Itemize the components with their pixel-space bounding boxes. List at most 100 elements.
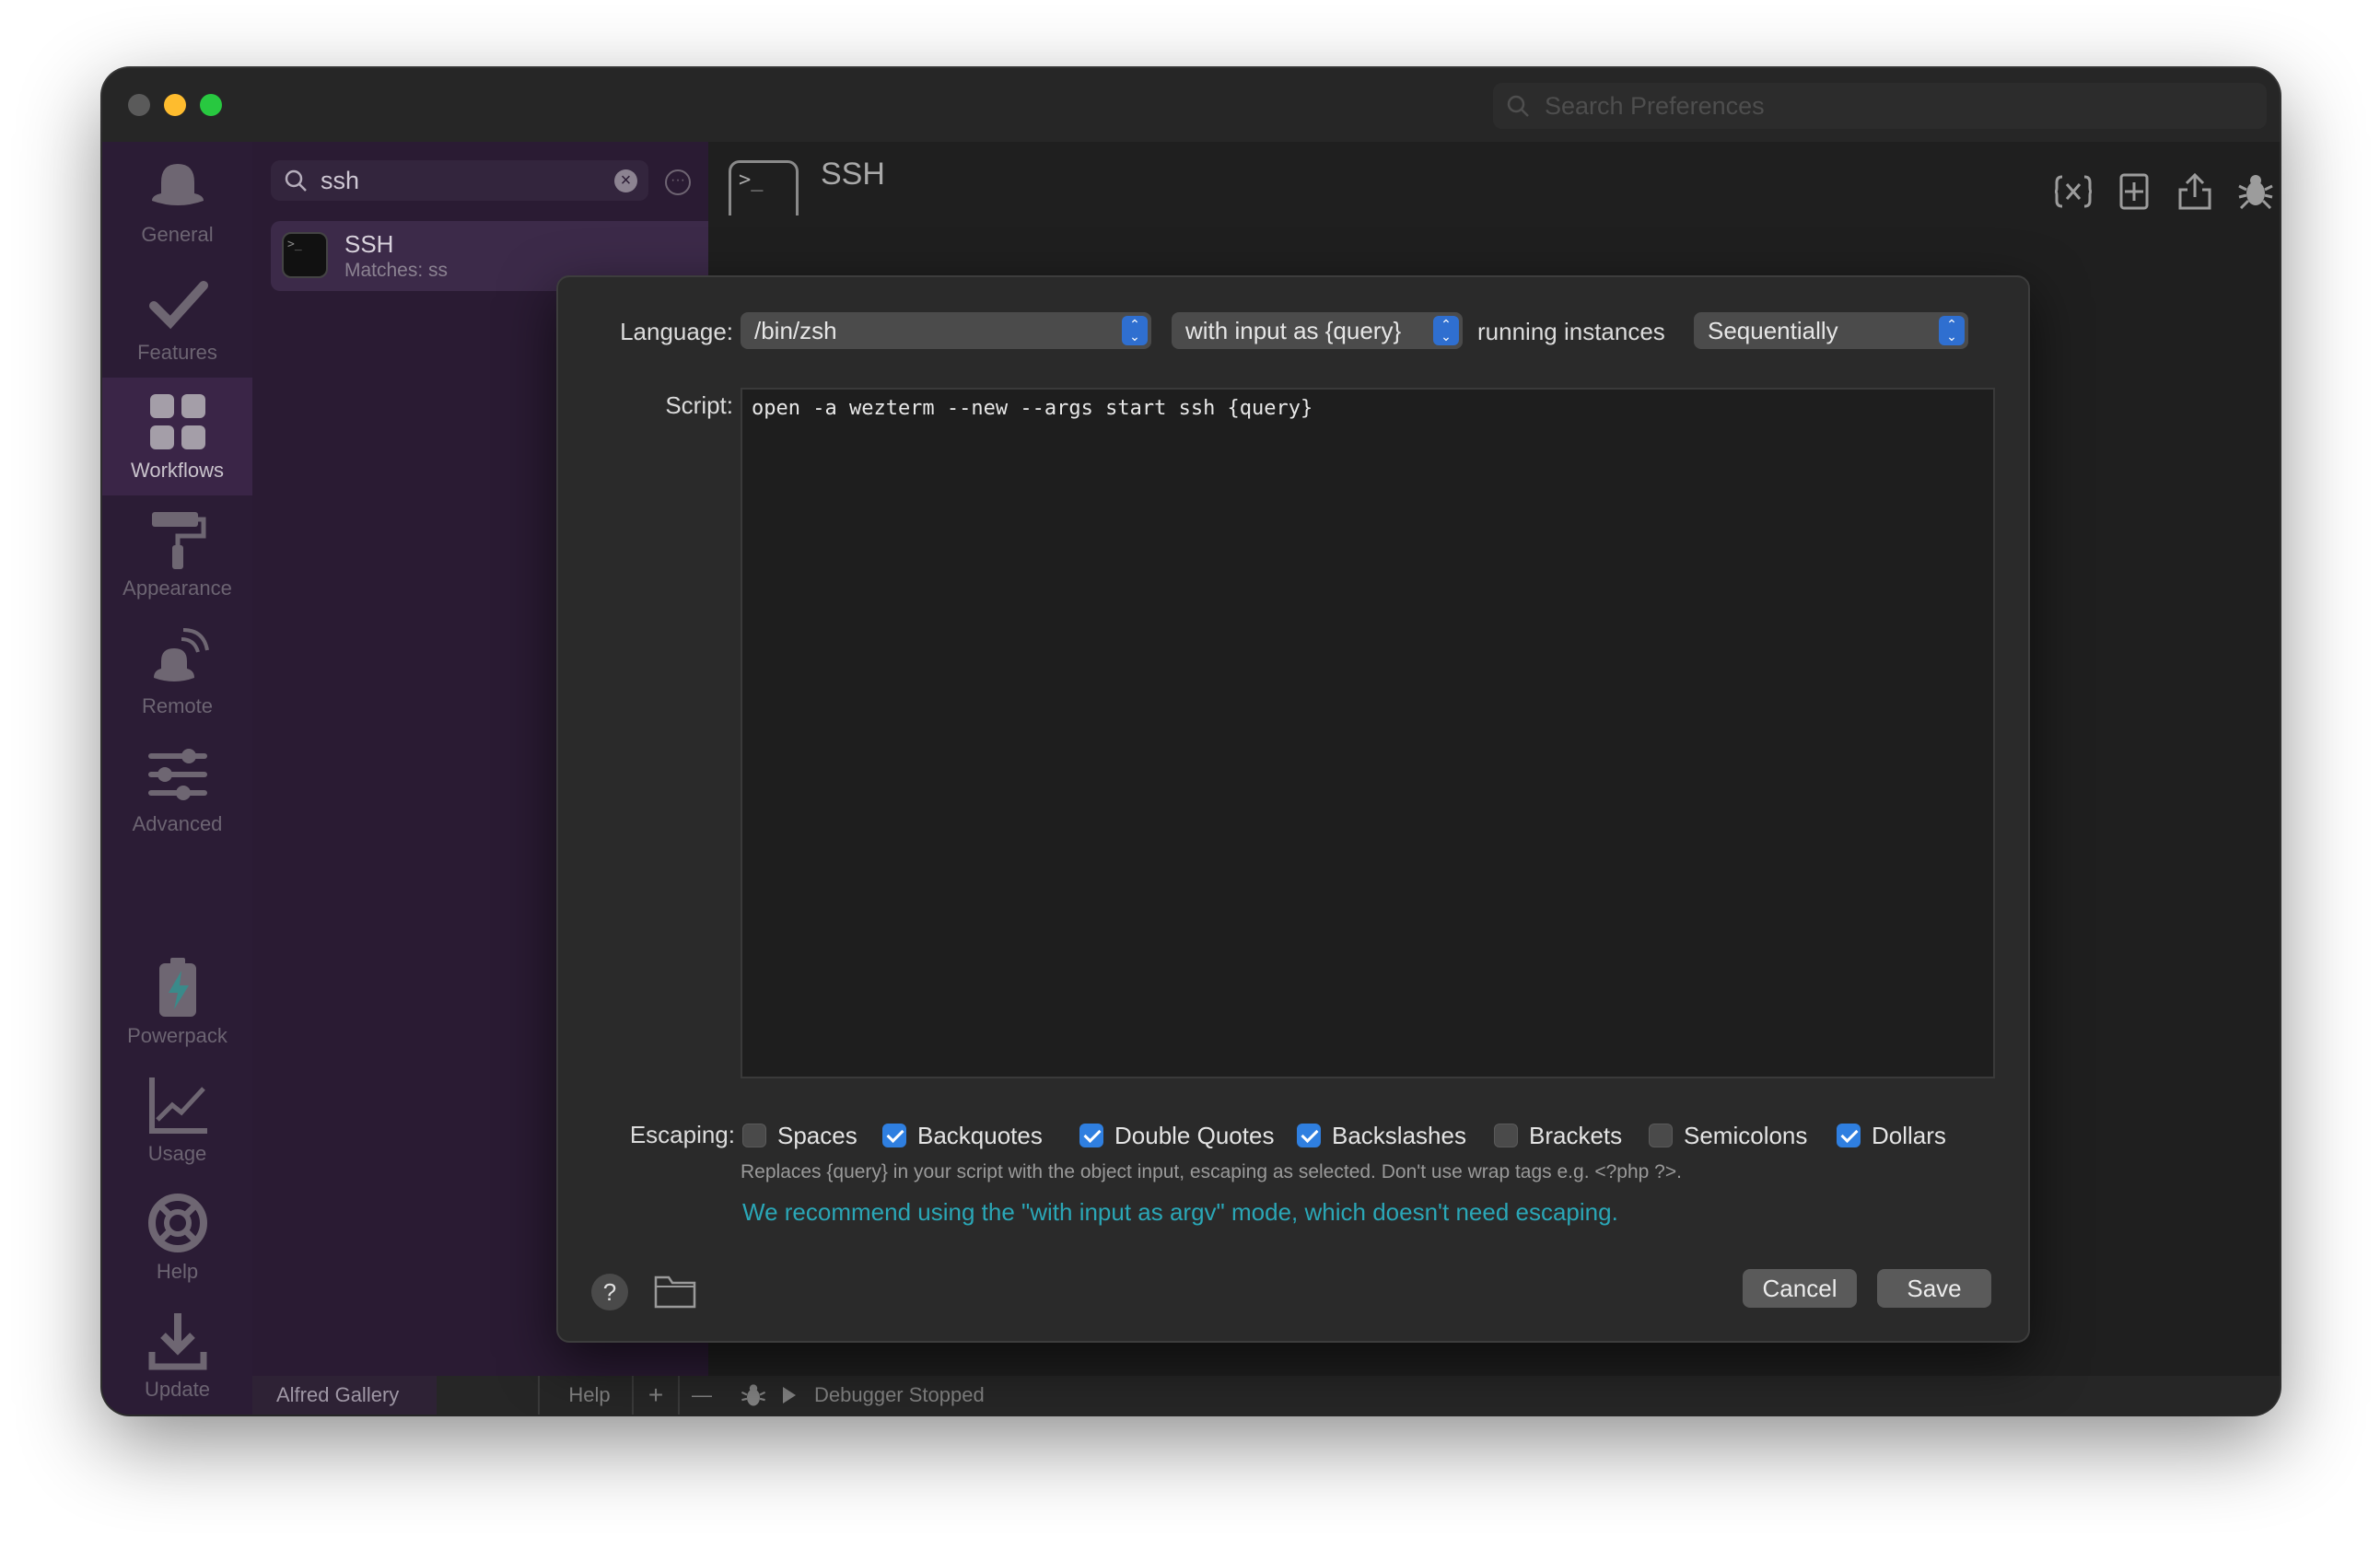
lifebuoy-icon: [148, 1194, 207, 1252]
workflow-search-value: ssh: [321, 167, 360, 194]
checkbox-box: [742, 1124, 766, 1147]
checkbox-box: [1297, 1124, 1321, 1147]
search-icon: [285, 169, 307, 192]
chart-icon: [149, 1077, 207, 1134]
sidebar-item-label: Appearance: [122, 577, 232, 600]
checkbox-label: Dollars: [1872, 1122, 1946, 1149]
input-mode-select[interactable]: with input as {query} ⌃ ⌄: [1172, 312, 1463, 349]
divider: [538, 1376, 540, 1415]
search-icon: [1507, 95, 1529, 117]
checkbox-label: Brackets: [1529, 1122, 1623, 1149]
sidebar-item-workflows[interactable]: Workflows: [102, 378, 252, 495]
argv-recommendation-link[interactable]: We recommend using the "with input as ar…: [742, 1198, 1618, 1227]
sidebar-item-features[interactable]: Features: [102, 260, 252, 378]
grid-icon: [150, 394, 205, 449]
escape-backquotes-checkbox[interactable]: Backquotes: [882, 1120, 1043, 1151]
running-instances-label: running instances: [1477, 318, 1665, 345]
variables-icon[interactable]: [2055, 173, 2092, 210]
running-instances-value: Sequentially: [1708, 317, 1838, 344]
terminal-icon: >_: [729, 160, 799, 215]
folder-icon[interactable]: [654, 1274, 696, 1309]
escape-dollars-checkbox[interactable]: Dollars: [1837, 1120, 1946, 1151]
sidebar-item-label: General: [141, 223, 214, 246]
escaping-hint: Replaces {query} in your script with the…: [741, 1161, 1682, 1182]
run-script-dialog: Language: /bin/zsh ⌃ ⌄ with input as {que…: [556, 275, 2030, 1343]
checkbox-label: Spaces: [777, 1122, 858, 1149]
sidebar-item-advanced[interactable]: Advanced: [102, 731, 252, 849]
remote-icon: [154, 628, 209, 681]
checkbox-box: [1494, 1124, 1518, 1147]
share-icon[interactable]: [2176, 173, 2213, 210]
language-label: Language:: [620, 318, 733, 345]
workflow-item-subtitle: Matches: ss: [344, 260, 449, 281]
chevron-updown-icon: ⌃ ⌄: [1433, 316, 1459, 345]
preferences-window: Search Preferences General Features Work…: [102, 68, 2280, 1415]
sidebar-item-label: Help: [156, 1260, 199, 1283]
script-label: Script:: [665, 391, 733, 419]
help-button[interactable]: Help: [553, 1376, 626, 1415]
maximize-window-button[interactable]: [200, 94, 222, 116]
language-value: /bin/zsh: [754, 317, 837, 344]
debug-icon[interactable]: [741, 1383, 766, 1409]
sidebar-item-usage[interactable]: Usage: [102, 1061, 252, 1179]
terminal-icon: >_: [282, 232, 328, 278]
debug-icon[interactable]: [2237, 173, 2274, 210]
sidebar-item-label: Workflows: [130, 459, 225, 482]
sidebar-item-appearance[interactable]: Appearance: [102, 495, 252, 613]
help-icon[interactable]: ?: [591, 1274, 628, 1310]
add-workflow-button[interactable]: +: [634, 1376, 678, 1415]
title-bar: Search Preferences: [102, 68, 2280, 142]
checkbox-label: Backslashes: [1332, 1122, 1466, 1149]
workflow-search-input[interactable]: ssh ×: [271, 160, 648, 201]
sidebar-item-help[interactable]: Help: [102, 1179, 252, 1297]
minimize-window-button[interactable]: [164, 94, 186, 116]
checkbox-box: [1079, 1124, 1103, 1147]
checkbox-box: [882, 1124, 906, 1147]
workflow-item-title: SSH: [344, 230, 394, 258]
checkbox-label: Semicolons: [1684, 1122, 1808, 1149]
clear-search-icon[interactable]: ×: [614, 169, 637, 192]
add-object-icon[interactable]: [2116, 173, 2152, 210]
checkbox-label: Double Quotes: [1114, 1122, 1275, 1149]
cancel-button[interactable]: Cancel: [1743, 1269, 1857, 1308]
escaping-label: Escaping:: [629, 1121, 735, 1148]
sidebar-item-label: Update: [145, 1378, 210, 1401]
script-editor[interactable]: open -a wezterm --new --args start ssh {…: [741, 388, 1995, 1078]
escape-double-quotes-checkbox[interactable]: Double Quotes: [1079, 1120, 1274, 1151]
chevron-updown-icon: ⌃ ⌄: [1939, 316, 1965, 345]
save-button[interactable]: Save: [1877, 1269, 1991, 1308]
sidebar-item-update[interactable]: Update: [102, 1297, 252, 1415]
sidebar-item-powerpack[interactable]: Powerpack: [102, 943, 252, 1061]
close-window-button[interactable]: [128, 94, 150, 116]
checkmark-icon: [149, 281, 208, 330]
sidebar-item-label: Usage: [147, 1142, 207, 1165]
sidebar-item-general[interactable]: General: [102, 142, 252, 260]
remove-workflow-button[interactable]: —: [680, 1376, 724, 1415]
workflow-title: SSH: [821, 157, 885, 192]
input-mode-value: with input as {query}: [1185, 317, 1402, 344]
escape-semicolons-checkbox[interactable]: Semicolons: [1649, 1120, 1807, 1151]
preferences-search-input[interactable]: Search Preferences: [1493, 83, 2267, 129]
escape-brackets-checkbox[interactable]: Brackets: [1494, 1120, 1622, 1151]
sidebar-item-remote[interactable]: Remote: [102, 613, 252, 731]
hat-icon: [152, 164, 204, 205]
preferences-search-placeholder: Search Preferences: [1545, 92, 1765, 120]
sidebar-item-label: Advanced: [132, 812, 223, 835]
language-select[interactable]: /bin/zsh ⌃ ⌄: [741, 312, 1151, 349]
running-instances-select[interactable]: Sequentially ⌃ ⌄: [1694, 312, 1968, 349]
escape-backslashes-checkbox[interactable]: Backslashes: [1297, 1120, 1466, 1151]
sidebar-item-label: Remote: [141, 694, 214, 717]
sliders-icon: [148, 749, 207, 800]
checkbox-box: [1649, 1124, 1673, 1147]
play-icon[interactable]: [781, 1386, 798, 1404]
debugger-status: Debugger Stopped: [814, 1383, 985, 1406]
sidebar-item-label: Features: [137, 341, 217, 364]
alfred-gallery-button[interactable]: Alfred Gallery: [252, 1376, 437, 1415]
battery-bolt-icon: [159, 958, 196, 1017]
more-options-icon[interactable]: ···: [665, 169, 691, 195]
checkbox-box: [1837, 1124, 1861, 1147]
sidebar-item-label: Powerpack: [127, 1024, 228, 1047]
escape-spaces-checkbox[interactable]: Spaces: [742, 1120, 858, 1151]
sidebar: General Features Workflows Appearance Re…: [102, 142, 252, 1415]
chevron-updown-icon: ⌃ ⌄: [1122, 316, 1148, 345]
